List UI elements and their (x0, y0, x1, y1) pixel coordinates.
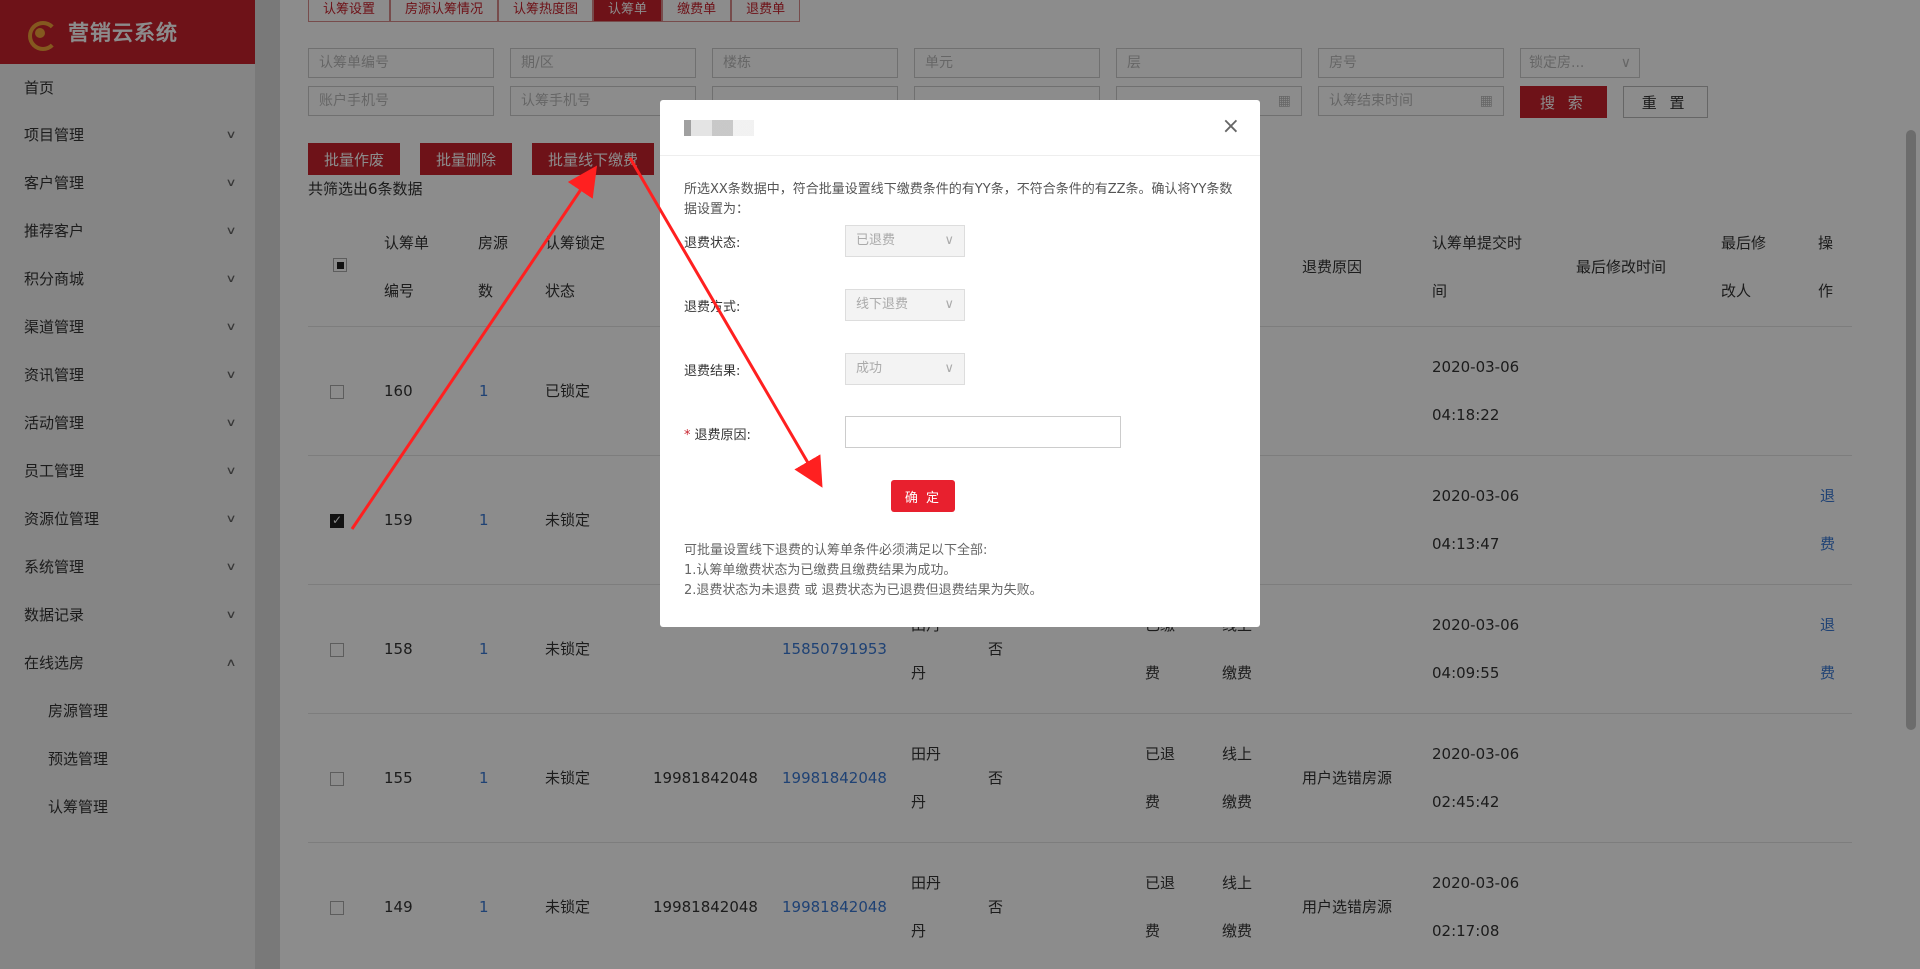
dialog-header: × (660, 100, 1260, 156)
dialog-description: 所选XX条数据中，符合批量设置线下缴费条件的有YY条，不符合条件的有ZZ条。确认… (684, 182, 1233, 217)
chevron-down-icon: ∨ (944, 361, 954, 376)
close-icon[interactable]: × (1222, 114, 1240, 139)
refund-status-label: 退费状态: (684, 236, 741, 251)
batch-refund-dialog: × 所选XX条数据中，符合批量设置线下缴费条件的有YY条，不符合条件的有ZZ条。… (660, 100, 1260, 627)
chevron-down-icon: ∨ (944, 233, 954, 248)
note-line: 1.认筹单缴费状态为已缴费且缴费结果为成功。 (684, 563, 957, 578)
required-marker: * (684, 428, 691, 443)
confirm-button[interactable]: 确 定 (891, 480, 955, 512)
refund-status-select[interactable]: 已退费 ∨ (845, 225, 965, 257)
refund-result-label: 退费结果: (684, 364, 741, 379)
dialog-notes: 可批量设置线下退费的认筹单条件必须满足以下全部: 1.认筹单缴费状态为已缴费且缴… (684, 541, 1043, 601)
refund-reason-input[interactable] (845, 416, 1121, 448)
dialog-title-blurred (684, 120, 754, 136)
refund-method-select[interactable]: 线下退费 ∨ (845, 289, 965, 321)
note-line: 可批量设置线下退费的认筹单条件必须满足以下全部: (684, 543, 988, 558)
chevron-down-icon: ∨ (944, 297, 954, 312)
note-line: 2.退费状态为未退费 或 退费状态为已退费但退费结果为失败。 (684, 583, 1043, 598)
refund-reason-label: * 退费原因: (684, 428, 751, 443)
refund-method-label: 退费方式: (684, 300, 741, 315)
refund-result-select[interactable]: 成功 ∨ (845, 353, 965, 385)
